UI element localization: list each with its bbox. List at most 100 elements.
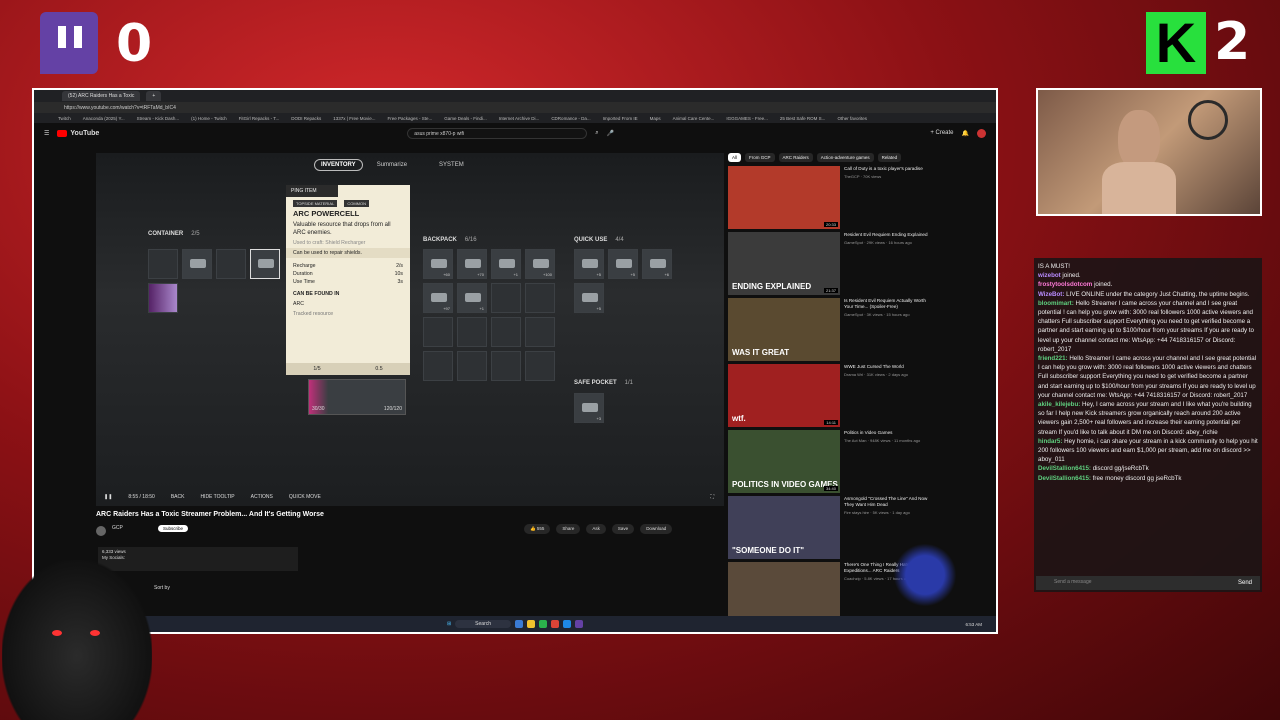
like-button[interactable]: 👍 555 — [524, 524, 551, 534]
ping-item-label[interactable]: PING ITEM — [286, 185, 338, 197]
container-slot-selected[interactable] — [250, 249, 280, 279]
bookmark-item[interactable]: 25 Best Safe ROM S... — [780, 116, 826, 121]
video-title[interactable]: Politics in Video Games — [844, 430, 920, 436]
quickuse-slot[interactable]: +6 — [642, 249, 672, 279]
mic-icon[interactable]: 🎤 — [607, 130, 614, 137]
chat-input[interactable]: Send a message — [1036, 576, 1260, 590]
backpack-slot[interactable] — [491, 317, 521, 347]
weapon-slot[interactable]: 30/30 120/120 — [308, 379, 406, 415]
download-button[interactable]: Download — [640, 524, 673, 534]
share-button[interactable]: Share — [556, 524, 581, 534]
bookmark-item[interactable]: Free Packages - Ste... — [387, 116, 432, 121]
backpack-slot[interactable] — [423, 351, 453, 381]
recommended-video[interactable]: 20:33 Call of Duty is a toxic player's pa… — [728, 166, 928, 230]
search-input[interactable]: asus prime x870-p wifi — [407, 127, 588, 139]
windows-icon[interactable]: ⊞ — [447, 621, 451, 627]
tab-system[interactable]: SYSTEM — [439, 162, 464, 168]
video-title[interactable]: Call of Duty is a toxic player's paradis… — [844, 166, 923, 172]
backpack-slot[interactable]: +60 — [423, 249, 453, 279]
ask-button[interactable]: Ask — [586, 524, 606, 534]
safepocket-slot[interactable]: +3 — [574, 393, 604, 423]
send-button[interactable]: Send — [1238, 580, 1252, 586]
bookmark-item[interactable]: Other favorites — [837, 116, 867, 121]
create-button[interactable]: + Create — [930, 130, 953, 136]
bookmark-item[interactable]: Imported From IE — [603, 116, 638, 121]
chat-username[interactable]: hindar5: — [1038, 438, 1062, 445]
filter-chip[interactable]: Related — [877, 153, 902, 162]
container-slot[interactable] — [148, 283, 178, 313]
channel-name[interactable]: GCP — [112, 525, 123, 531]
container-slot[interactable] — [148, 249, 178, 279]
youtube-logo[interactable]: YouTube — [57, 129, 99, 137]
menu-icon[interactable]: ☰ — [44, 130, 49, 137]
fullscreen-icon[interactable]: ⛶ — [710, 494, 714, 500]
tab-summary[interactable]: Summarize — [377, 162, 407, 168]
video-title[interactable]: Resident Evil Requiem Ending Explained — [844, 232, 928, 238]
bookmark-item[interactable]: Internet Archive Di... — [499, 116, 540, 121]
bookmark-item[interactable]: Anaconda (2025) Y... — [83, 116, 125, 121]
video-thumbnail[interactable]: WAS IT GREAT — [728, 298, 840, 361]
filter-chip[interactable]: From GCP — [745, 153, 775, 162]
recommended-video[interactable]: POLITICS IN VIDEO GAMES 34:40 Politics in … — [728, 430, 928, 494]
subscribe-button[interactable]: Subscribe — [158, 525, 189, 532]
chat-username[interactable]: wizebot — [1038, 272, 1061, 279]
video-thumbnail[interactable]: 20:33 — [728, 166, 840, 229]
bookmark-item[interactable]: (1) Home - Twitch — [191, 116, 226, 121]
discord-icon[interactable] — [575, 620, 584, 628]
bookmark-item[interactable]: FitGirl Repacks - T... — [239, 116, 280, 121]
notification-icon[interactable]: 🔔 — [962, 130, 969, 137]
backpack-slot[interactable]: +1 — [491, 249, 521, 279]
bookmark-item[interactable]: DODI Repacks — [291, 116, 321, 121]
video-player[interactable]: INVENTORY Summarize SYSTEM CONTAINER 2/5 … — [96, 153, 724, 506]
bookmark-item[interactable]: Stream - Kick Dash... — [137, 116, 180, 121]
video-title[interactable]: WWE Just Cursed The World — [844, 364, 908, 370]
chat-username[interactable]: DevilStallion6415: — [1038, 475, 1091, 482]
quickuse-slot[interactable]: +5 — [574, 283, 604, 313]
taskbar-search[interactable]: Search — [455, 620, 512, 628]
filter-chip[interactable]: ARC Raiders — [778, 153, 813, 162]
browser-tab[interactable]: (52) ARC Raiders Has a Toxic — [62, 91, 141, 101]
video-thumbnail[interactable]: ENDING EXPLAINED 21:37 — [728, 232, 840, 295]
quickuse-slot[interactable]: +5 — [608, 249, 638, 279]
channel-avatar[interactable] — [96, 526, 106, 536]
address-bar[interactable]: https://www.youtube.com/watch?v=tRFTaMd_… — [34, 102, 996, 113]
recommended-video[interactable]: ENDING EXPLAINED 21:37 Resident Evil Requi… — [728, 232, 928, 296]
filter-chip[interactable]: All — [728, 153, 742, 162]
backpack-slot[interactable] — [525, 283, 555, 313]
new-tab-button[interactable]: + — [146, 91, 162, 101]
video-title[interactable]: Is Resident Evil Requiem Actually Worth … — [844, 298, 928, 310]
filter-chip[interactable]: Action-adventure games — [816, 153, 874, 162]
pause-icon[interactable]: ❚❚ — [104, 494, 112, 500]
chat-username[interactable]: akile_kilejebu: — [1038, 401, 1080, 408]
container-slot[interactable] — [182, 249, 212, 279]
bookmark-item[interactable]: Twitch — [58, 116, 71, 121]
chat-username[interactable]: DevilStallion6415: — [1038, 465, 1091, 472]
video-thumbnail[interactable]: wtf. 14:11 — [728, 364, 840, 427]
app-icon[interactable] — [515, 620, 524, 628]
video-thumbnail[interactable]: POLITICS IN VIDEO GAMES 34:40 — [728, 430, 840, 493]
chat-username[interactable]: friend221: — [1038, 355, 1068, 362]
bookmark-item[interactable]: CDRomance - Da... — [551, 116, 590, 121]
xbox-icon[interactable] — [539, 620, 548, 628]
backpack-slot[interactable] — [457, 351, 487, 381]
backpack-slot[interactable]: +100 — [525, 249, 555, 279]
recommended-video[interactable]: WAS IT GREAT Is Resident Evil Requiem Act… — [728, 298, 928, 362]
chrome-icon[interactable] — [551, 620, 560, 628]
backpack-slot[interactable] — [423, 317, 453, 347]
video-thumbnail[interactable]: "SOMEONE DO IT" — [728, 496, 840, 559]
chat-username[interactable]: WizeBot: — [1038, 291, 1064, 298]
folder-icon[interactable] — [527, 620, 536, 628]
container-slot[interactable] — [216, 249, 246, 279]
quickuse-slot[interactable]: +5 — [574, 249, 604, 279]
video-title[interactable]: Asmongold "Crossed The Line" And Now The… — [844, 496, 928, 508]
backpack-slot[interactable] — [525, 351, 555, 381]
bookmark-item[interactable]: Animal Care Cente... — [673, 116, 715, 121]
backpack-slot[interactable]: +70 — [457, 249, 487, 279]
backpack-slot[interactable] — [491, 283, 521, 313]
save-button[interactable]: Save — [611, 524, 635, 534]
search-icon[interactable]: ⌕ — [595, 130, 598, 137]
tab-inventory[interactable]: INVENTORY — [314, 159, 363, 171]
backpack-slot[interactable]: +1 — [457, 283, 487, 313]
avatar[interactable] — [977, 128, 986, 138]
chat-username[interactable]: frostytoolsdotcom — [1038, 281, 1092, 288]
